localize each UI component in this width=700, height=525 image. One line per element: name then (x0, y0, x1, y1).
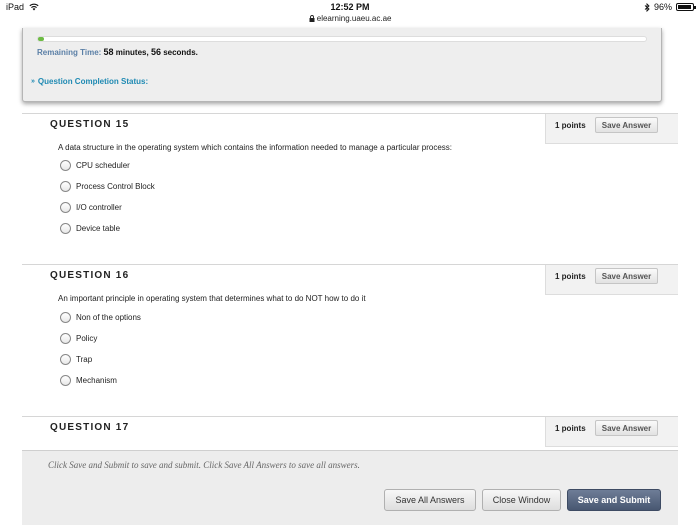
answer-options: CPU scheduler Process Control Block I/O … (60, 155, 155, 239)
question-title: QUESTION 17 (50, 422, 130, 433)
answer-option[interactable]: Process Control Block (60, 176, 155, 197)
question-points: 1 points (555, 272, 586, 281)
question-points: 1 points (555, 121, 586, 130)
remaining-minutes-unit: minutes, (115, 48, 149, 57)
remaining-minutes: 58 (103, 47, 114, 57)
question-15: QUESTION 15 1 points Save Answer A data … (22, 113, 678, 234)
clock: 12:52 PM (330, 2, 370, 12)
answer-option[interactable]: Device table (60, 218, 155, 239)
submit-bar: Click Save and Submit to save and submit… (22, 450, 678, 525)
url-text: elearning.uaeu.ac.ae (316, 14, 392, 23)
battery-icon (676, 3, 696, 11)
question-points-box: 1 points Save Answer (545, 265, 678, 295)
question-completion-label: Question Completion Status: (37, 77, 149, 86)
radio-button[interactable] (60, 160, 71, 171)
status-bar: iPad 12:52 PM elearning.uaeu.ac.ae 96% (0, 0, 700, 28)
test-timer-panel: Remaining Time: 58 minutes, 56 seconds. … (22, 28, 662, 102)
answer-options: Non of the options Policy Trap Mechanism (60, 307, 141, 391)
answer-option-label: CPU scheduler (76, 161, 130, 170)
bluetooth-icon (644, 2, 650, 12)
remaining-time-label: Remaining Time: (37, 48, 102, 57)
answer-option-label: Device table (76, 224, 121, 233)
question-completion-toggle[interactable]: » Question Completion Status: (31, 77, 148, 86)
answer-option[interactable]: Policy (60, 328, 141, 349)
remaining-time: Remaining Time: 58 minutes, 56 seconds. (37, 47, 198, 57)
remaining-seconds: 56 (150, 47, 161, 57)
question-text: A data structure in the operating system… (58, 143, 452, 152)
status-right: 96% (644, 2, 696, 12)
question-points-box: 1 points Save Answer (545, 114, 678, 144)
question-header: QUESTION 15 1 points Save Answer (22, 113, 678, 144)
radio-button[interactable] (60, 354, 71, 365)
question-title: QUESTION 15 (50, 119, 130, 130)
progress-fill (38, 37, 45, 41)
radio-button[interactable] (60, 181, 71, 192)
double-chevron-down-icon: » (31, 78, 35, 85)
question-title: QUESTION 16 (50, 270, 130, 281)
answer-option-label: Trap (76, 355, 93, 364)
question-text: An important principle in operating syst… (58, 294, 366, 303)
save-answer-button[interactable]: Save Answer (595, 268, 658, 284)
question-17: QUESTION 17 1 points Save Answer (22, 416, 678, 447)
lock-icon (309, 15, 315, 22)
save-answer-button[interactable]: Save Answer (595, 420, 658, 436)
progress-bar (37, 36, 647, 42)
battery-percent: 96% (653, 2, 672, 12)
radio-button[interactable] (60, 333, 71, 344)
submit-help-text: Click Save and Submit to save and submit… (48, 460, 360, 470)
answer-option[interactable]: Trap (60, 349, 141, 370)
answer-option[interactable]: I/O controller (60, 197, 155, 218)
radio-button[interactable] (60, 312, 71, 323)
battery-fill (678, 5, 692, 9)
remaining-seconds-unit: seconds. (163, 48, 198, 57)
save-answer-button[interactable]: Save Answer (595, 117, 658, 133)
question-16: QUESTION 16 1 points Save Answer An impo… (22, 264, 678, 386)
answer-option[interactable]: Non of the options (60, 307, 141, 328)
answer-option-label: Policy (76, 334, 98, 343)
answer-option-label: Mechanism (76, 376, 117, 385)
answer-option-label: I/O controller (76, 203, 122, 212)
question-header: QUESTION 16 1 points Save Answer (22, 264, 678, 295)
close-window-button[interactable]: Close Window (482, 489, 561, 511)
answer-option[interactable]: Mechanism (60, 370, 141, 391)
answer-option-label: Process Control Block (76, 182, 155, 191)
question-header: QUESTION 17 1 points Save Answer (22, 416, 678, 447)
radio-button[interactable] (60, 202, 71, 213)
question-points-box: 1 points Save Answer (545, 417, 678, 447)
answer-option[interactable]: CPU scheduler (60, 155, 155, 176)
answer-option-label: Non of the options (76, 313, 141, 322)
question-points: 1 points (555, 424, 586, 433)
save-and-submit-button[interactable]: Save and Submit (567, 489, 661, 511)
radio-button[interactable] (60, 375, 71, 386)
save-all-answers-button[interactable]: Save All Answers (384, 489, 476, 511)
radio-button[interactable] (60, 223, 71, 234)
address-bar[interactable]: elearning.uaeu.ac.ae (0, 14, 700, 23)
